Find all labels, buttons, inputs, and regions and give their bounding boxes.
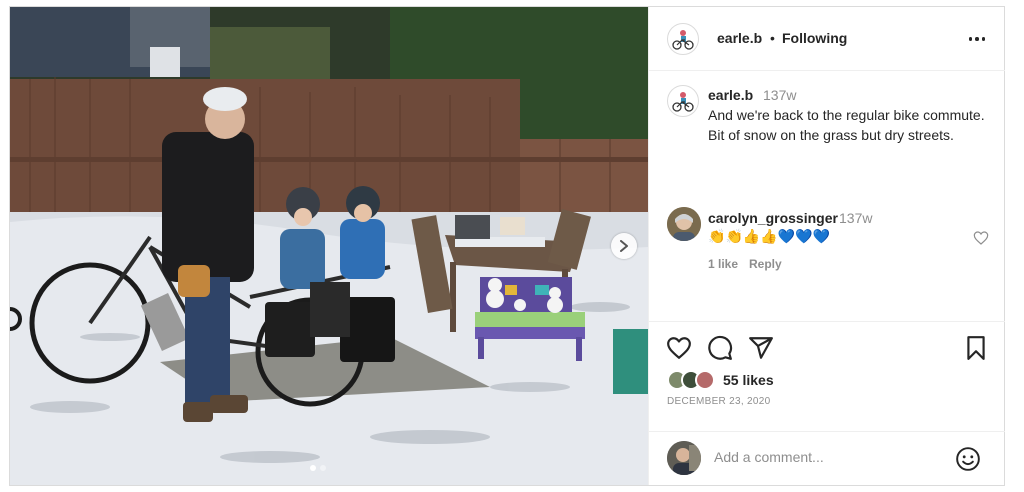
carousel-indicator — [310, 465, 326, 471]
author-avatar[interactable] — [667, 23, 699, 55]
header-separator: • — [770, 30, 775, 46]
comment-username[interactable]: carolyn_grossinger — [708, 210, 838, 226]
post-media[interactable] — [10, 7, 648, 485]
post-header: earle.b • Following — [649, 7, 1005, 71]
emoji-blue-heart: 💙 — [777, 229, 796, 245]
liker-avatars — [667, 369, 723, 391]
heart-outline-icon[interactable] — [666, 335, 692, 361]
following-button[interactable]: Following — [782, 30, 847, 46]
caption-timestamp[interactable]: 137w — [763, 87, 796, 103]
add-comment-input[interactable]: Add a comment... — [714, 449, 824, 465]
commenter-photo — [667, 207, 701, 241]
liker-avatar — [695, 370, 715, 390]
instagram-post: earle.b • Following earle.b 137w And we'… — [9, 6, 1005, 486]
comment-reply-button[interactable]: Reply — [749, 257, 782, 271]
comment-text: 👏👏👍👍💙💙💙 — [708, 229, 830, 245]
bicycle-avatar-icon — [672, 30, 694, 50]
add-comment-bar: Add a comment... — [649, 431, 1005, 485]
likes-summary[interactable]: 55 likes — [667, 369, 774, 391]
carousel-dot — [310, 465, 316, 471]
post-side-panel: earle.b • Following earle.b 137w And we'… — [648, 7, 1005, 485]
viewer-photo — [667, 441, 701, 475]
emoji-thumbs-up: 👍 — [760, 229, 778, 245]
comment-like-heart-icon[interactable] — [973, 230, 989, 246]
emoji-clap: 👏 — [708, 229, 726, 245]
carousel-dot — [320, 465, 326, 471]
chevron-right-icon — [620, 240, 628, 252]
bookmark-icon[interactable] — [963, 335, 989, 361]
post-date[interactable]: DECEMBER 23, 2020 — [667, 396, 770, 407]
more-options-icon[interactable] — [965, 29, 989, 49]
comment-likes-link[interactable]: 1 like — [708, 257, 738, 271]
paper-plane-icon[interactable] — [748, 335, 774, 361]
author-username[interactable]: earle.b — [717, 30, 762, 46]
comment-timestamp[interactable]: 137w — [839, 210, 872, 226]
bicycle-avatar-icon — [672, 92, 694, 112]
commenter-avatar[interactable] — [667, 207, 701, 241]
smiley-icon[interactable] — [955, 446, 981, 472]
likes-count[interactable]: 55 likes — [723, 372, 774, 388]
caption-text: And we're back to the regular bike commu… — [708, 107, 985, 143]
carousel-next-button[interactable] — [611, 233, 637, 259]
comment-bubble-icon[interactable] — [707, 335, 733, 361]
actions-divider — [649, 321, 1005, 322]
caption-avatar[interactable] — [667, 85, 699, 117]
emoji-blue-heart: 💙 — [812, 229, 831, 245]
emoji-thumbs-up: 👍 — [742, 229, 761, 245]
viewer-avatar — [667, 441, 701, 475]
emoji-clap: 👏 — [725, 229, 743, 245]
caption-username[interactable]: earle.b — [708, 87, 753, 103]
post-photo — [10, 7, 648, 485]
emoji-blue-heart: 💙 — [795, 229, 813, 245]
